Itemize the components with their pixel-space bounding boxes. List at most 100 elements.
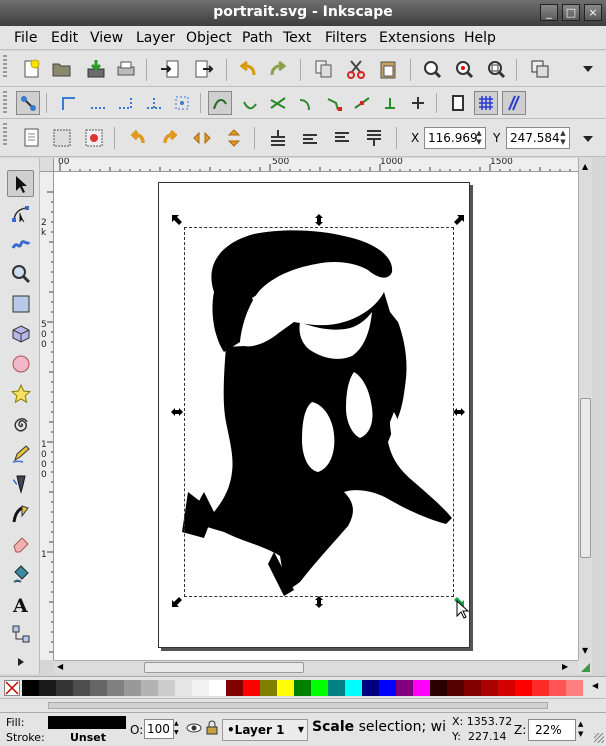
snap-guide-icon[interactable] — [502, 91, 526, 115]
color-swatch[interactable] — [90, 680, 107, 696]
spin-arrows-icon[interactable]: ▲ ▼ — [558, 129, 568, 147]
toolbar-grip[interactable] — [3, 123, 7, 145]
snap-page-border-icon[interactable] — [446, 91, 470, 115]
scale-handle-sw[interactable] — [170, 595, 184, 609]
opacity-spin-icon[interactable]: ▲ ▼ — [174, 719, 182, 739]
color-swatch[interactable] — [396, 680, 413, 696]
fill-indicator[interactable] — [48, 716, 126, 729]
color-swatch[interactable] — [22, 680, 39, 696]
redo-icon[interactable] — [266, 57, 290, 81]
zoom-tool-icon[interactable] — [7, 260, 34, 287]
color-swatch[interactable] — [481, 680, 498, 696]
snap-bbox-midpoint-icon[interactable] — [142, 91, 166, 115]
color-swatch[interactable] — [294, 680, 311, 696]
minimize-button[interactable]: _ — [540, 4, 558, 21]
snap-grid-icon[interactable] — [474, 91, 498, 115]
vertical-scroll-thumb[interactable] — [580, 398, 591, 558]
scale-handle-e[interactable] — [452, 405, 466, 419]
color-swatch[interactable] — [209, 680, 226, 696]
snap-rotation-center-icon[interactable] — [406, 91, 430, 115]
ellipse-tool-icon[interactable] — [7, 350, 34, 377]
zoom-selection-icon[interactable] — [420, 57, 444, 81]
scale-handle-s[interactable] — [312, 595, 326, 609]
paste-icon[interactable] — [376, 57, 400, 81]
toolbar-grip[interactable] — [3, 91, 7, 113]
color-swatch[interactable] — [73, 680, 90, 696]
copy-icon[interactable] — [312, 57, 336, 81]
snap-path-icon[interactable] — [238, 91, 262, 115]
snap-cusp-node-icon[interactable] — [322, 91, 346, 115]
import-icon[interactable] — [158, 57, 182, 81]
color-swatch[interactable] — [260, 680, 277, 696]
new-document-icon[interactable] — [20, 57, 44, 81]
tweak-tool-icon[interactable] — [7, 230, 34, 257]
color-swatch[interactable] — [56, 680, 73, 696]
menu-file[interactable]: File — [14, 30, 37, 46]
menu-edit[interactable]: Edit — [51, 30, 78, 46]
toolbar-overflow-icon[interactable] — [576, 127, 600, 151]
color-swatch[interactable] — [566, 680, 583, 696]
palette-scroll-icon[interactable]: ◀ — [592, 681, 598, 690]
undo-icon[interactable] — [236, 57, 260, 81]
scale-handle-w[interactable] — [170, 405, 184, 419]
duplicate-icon[interactable] — [528, 57, 552, 81]
snap-midpoint-icon[interactable] — [350, 91, 374, 115]
horizontal-ruler[interactable]: 00 500 1000 1500 — [54, 158, 578, 172]
palette-scroll-thumb[interactable] — [48, 702, 548, 709]
color-swatch[interactable] — [464, 680, 481, 696]
color-swatch[interactable] — [498, 680, 515, 696]
spin-arrows-icon[interactable]: ▲ ▼ — [474, 129, 484, 147]
scroll-up-icon[interactable]: ▲ — [582, 162, 588, 171]
scale-handle-n[interactable] — [312, 213, 326, 227]
color-swatch[interactable] — [107, 680, 124, 696]
palette-scrollbar[interactable] — [0, 698, 606, 712]
snap-intersection-icon[interactable] — [266, 91, 290, 115]
color-swatch[interactable] — [430, 680, 447, 696]
zoom-drawing-icon[interactable] — [452, 57, 476, 81]
horizontal-scroll-thumb[interactable] — [144, 662, 304, 673]
opacity-field[interactable]: 100 — [144, 719, 174, 739]
zoom-spin-icon[interactable]: ▲ ▼ — [578, 719, 588, 741]
color-swatch[interactable] — [328, 680, 345, 696]
scroll-right-icon[interactable]: ▶ — [562, 662, 568, 671]
eraser-tool-icon[interactable] — [7, 530, 34, 557]
no-paint-swatch[interactable] — [4, 680, 20, 696]
calligraphy-tool-icon[interactable] — [7, 500, 34, 527]
pencil-tool-icon[interactable] — [7, 440, 34, 467]
snap-bbox-icon[interactable] — [56, 91, 80, 115]
spiral-tool-icon[interactable] — [7, 410, 34, 437]
zoom-field[interactable]: 22% — [528, 719, 576, 741]
y-field[interactable]: 247.584 ▲ ▼ — [506, 127, 570, 149]
lower-to-bottom-icon[interactable] — [266, 126, 290, 150]
text-tool-icon[interactable]: A — [7, 590, 34, 617]
color-swatch[interactable] — [447, 680, 464, 696]
rectangle-tool-icon[interactable] — [7, 290, 34, 317]
rotate-cw-icon[interactable] — [158, 126, 182, 150]
3d-box-tool-icon[interactable] — [7, 320, 34, 347]
deselect-icon[interactable] — [82, 126, 106, 150]
menu-view[interactable]: View — [90, 30, 123, 46]
color-swatch[interactable] — [175, 680, 192, 696]
layer-dropdown[interactable]: •Layer 1 ▼ — [222, 719, 308, 741]
menu-filters[interactable]: Filters — [325, 30, 367, 46]
color-swatch[interactable] — [158, 680, 175, 696]
select-all-icon[interactable] — [20, 126, 44, 150]
vertical-scrollbar[interactable]: ▲ ▼ — [578, 158, 592, 660]
scroll-down-icon[interactable]: ▼ — [582, 646, 588, 655]
vertical-ruler[interactable]: 2 k 5 0 0 1 0 0 0 1 — [40, 172, 54, 660]
menu-extensions[interactable]: Extensions — [379, 30, 455, 46]
cut-icon[interactable] — [344, 57, 368, 81]
pen-tool-icon[interactable] — [7, 470, 34, 497]
scale-handle-ne[interactable] — [452, 213, 466, 227]
snap-bbox-edge-icon[interactable] — [86, 91, 110, 115]
snap-bbox-center-icon[interactable] — [170, 91, 194, 115]
rotate-ccw-icon[interactable] — [126, 126, 150, 150]
color-swatch[interactable] — [39, 680, 56, 696]
color-swatch[interactable] — [413, 680, 430, 696]
color-swatch[interactable] — [379, 680, 396, 696]
zoom-page-icon[interactable] — [484, 57, 508, 81]
snap-bbox-corner-icon[interactable] — [114, 91, 138, 115]
export-icon[interactable] — [192, 57, 216, 81]
close-button[interactable]: × — [584, 4, 602, 21]
scroll-left-icon[interactable]: ◀ — [57, 662, 63, 671]
